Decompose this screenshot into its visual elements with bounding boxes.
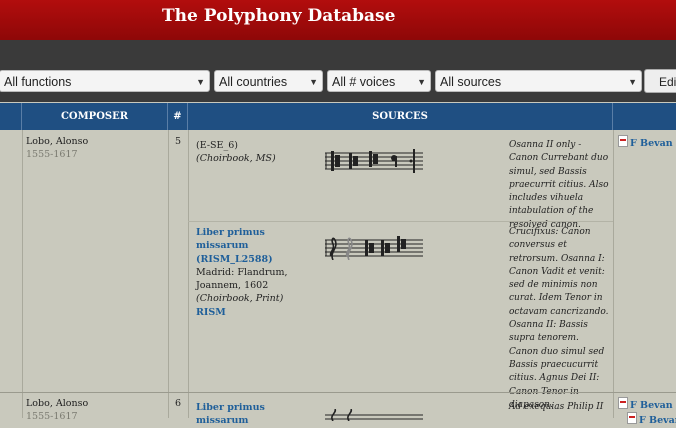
chevron-down-icon: ▼ — [417, 77, 426, 87]
table-header: COMPOSER # SOURCES — [0, 103, 676, 130]
clefs-staff-icon — [325, 236, 423, 261]
divider — [188, 130, 189, 418]
pdf-icon — [618, 135, 628, 147]
filter-bar: All functions ▼ All countries ▼ All # vo… — [0, 66, 676, 102]
function-filter-select[interactable]: All functions ▼ — [0, 70, 210, 92]
clefs-image — [325, 234, 425, 264]
edit-button[interactable]: Edit — [644, 69, 676, 93]
table-row: Lobo, Alonso 1555-1617 — [26, 135, 166, 162]
source-description: (Choirbook, MS) — [196, 153, 276, 165]
divider — [168, 130, 169, 418]
source-description: (Choirbook, Print) — [196, 293, 284, 305]
voice-count: 5 — [175, 136, 182, 147]
sources-filter-value: All sources — [440, 75, 502, 89]
source-note: Ad exequias Philip II — [509, 402, 604, 412]
function-filter-value: All functions — [4, 75, 72, 89]
pdf-icon — [618, 397, 628, 409]
table-row: Lobo, Alonso 1555-1617 — [26, 397, 166, 424]
composer-name[interactable]: Lobo, Alonso — [26, 397, 166, 410]
clefs-staff-icon — [325, 149, 423, 173]
source-title-link[interactable]: Liber primus missarum — [196, 401, 314, 428]
sources-filter-select[interactable]: All sources ▼ — [435, 70, 642, 92]
header-sources[interactable]: SOURCES — [188, 103, 613, 130]
composer-dates: 1555-1617 — [26, 411, 78, 423]
source-publisher: Madrid: Flandrum, Joannem, 1602 — [196, 266, 288, 292]
header-voices[interactable]: # — [168, 103, 188, 130]
divider — [22, 130, 23, 418]
composer-name[interactable]: Lobo, Alonso — [26, 135, 166, 148]
clefs-staff-icon — [325, 408, 423, 422]
source-title-link[interactable]: Liber primus missarum (RISM_L2588) — [196, 226, 314, 266]
chevron-down-icon: ▼ — [309, 77, 318, 87]
divider — [613, 130, 614, 418]
source-note: Osanna II only - Canon Currebant duo sim… — [509, 140, 609, 230]
clefs-image — [325, 147, 425, 177]
nav-bar — [0, 40, 676, 66]
voices-filter-value: All # voices — [332, 75, 396, 89]
edition-link[interactable]: F Bevan (A — [618, 135, 676, 150]
source-entry: Liber primus missarum (RISM_L2588) Madri… — [196, 226, 314, 319]
country-filter-select[interactable]: All countries ▼ — [214, 70, 323, 92]
header-editions — [613, 103, 676, 130]
pdf-icon — [627, 412, 637, 425]
voices-filter-select[interactable]: All # voices ▼ — [327, 70, 431, 92]
divider — [188, 221, 613, 222]
chevron-down-icon: ▼ — [196, 77, 205, 87]
clefs-image — [325, 406, 425, 425]
edition-link[interactable]: F Bevan (A F Bevan — [618, 397, 676, 428]
source-id: (E-SE_6) — [196, 140, 238, 151]
source-entry: Liber primus missarum — [196, 401, 314, 428]
source-note: Crucifixus: Canon conversus et retrorsum… — [509, 227, 609, 410]
header-composer[interactable]: COMPOSER — [22, 103, 168, 130]
rism-link[interactable]: RISM — [196, 307, 226, 318]
composer-dates: 1555-1617 — [26, 149, 78, 161]
header-spacer — [0, 103, 22, 130]
source-entry: (E-SE_6) (Choirbook, MS) — [196, 139, 316, 166]
header-banner: The Polyphony Database — [0, 0, 676, 40]
app-title: The Polyphony Database — [162, 6, 396, 26]
country-filter-value: All countries — [219, 75, 288, 89]
voice-count: 6 — [175, 398, 182, 409]
divider — [0, 392, 676, 393]
chevron-down-icon: ▼ — [628, 77, 637, 87]
